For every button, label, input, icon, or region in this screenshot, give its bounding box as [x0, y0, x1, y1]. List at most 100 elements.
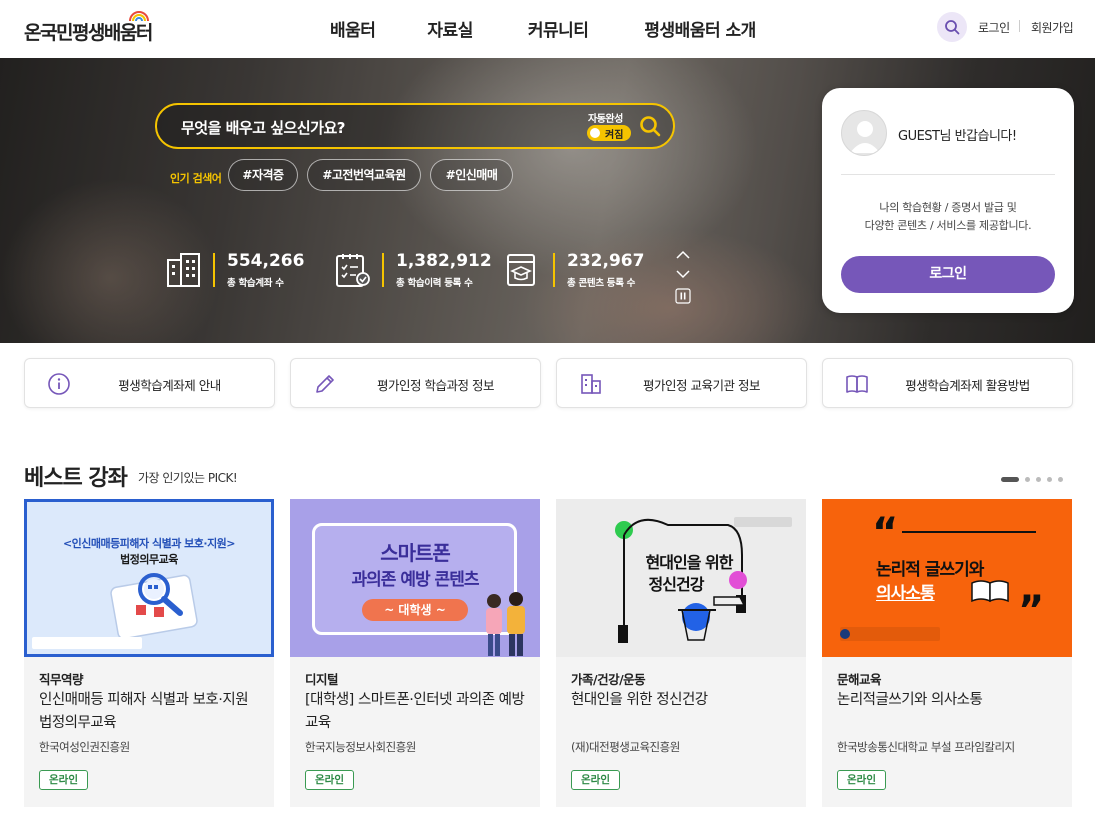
card-description: 나의 학습현황 / 증명서 발급 및: [879, 201, 1017, 214]
course-title[interactable]: 인신매매등 피해자 식별과 보호·지원 법정의무교육: [39, 689, 261, 735]
thumbnail-text: 스마트폰: [380, 541, 451, 565]
card-description: 다양한 콘텐츠 / 서비스를 제공합니다.: [864, 219, 1032, 232]
login-card: GUEST님 반갑습니다! 나의 학습현황 / 증명서 발급 및 다양한 콘텐츠…: [822, 88, 1074, 313]
thumbnail-text: <인신매매등피해자 식별과 보호·지원>: [62, 537, 236, 550]
stat-label: 총 학습계좌 수: [227, 278, 284, 289]
main-nav: 배움터 자료실 커뮤니티 평생배움터 소개: [330, 16, 756, 41]
thumbnail-text: 현대인을 위한: [645, 553, 734, 572]
stat-label: 총 콘텐츠 등록 수: [567, 278, 636, 289]
search-icon: [945, 20, 960, 35]
user-icon: [850, 121, 880, 153]
autocomplete-state: 켜짐: [605, 130, 624, 141]
course-title[interactable]: 논리적글쓰기와 의사소통: [837, 689, 1059, 712]
header: 온국민평생배움터 배움터 자료실 커뮤니티 평생배움터 소개 로그인 회원가입: [0, 0, 1095, 58]
avatar: [841, 110, 887, 156]
thumbnail-text: 논리적 글쓰기와: [876, 560, 984, 580]
pagination-dot[interactable]: [1036, 477, 1041, 482]
course-thumbnail[interactable]: 스마트폰 과의존 예방 콘텐츠 ~ 대학생 ~: [290, 499, 540, 657]
building-icon: [167, 253, 200, 287]
course-card[interactable]: “ 논리적 글쓰기와 의사소통 ” 문해교육 논리적글쓰기와 의사소통 한국방송…: [822, 499, 1072, 807]
pause-icon[interactable]: [675, 288, 691, 304]
stat-accounts: 554,266 총 학습계좌 수: [165, 248, 325, 292]
nav-library[interactable]: 자료실: [427, 16, 473, 41]
stat-number: 1,382,912: [396, 251, 492, 271]
quote-open-icon: “: [872, 510, 899, 556]
stat-number: 554,266: [227, 251, 305, 271]
header-login-link[interactable]: 로그인: [978, 19, 1010, 36]
search-input[interactable]: 무엇을 배우고 싶으신가요?: [181, 117, 345, 138]
popular-tag[interactable]: #고전번역교육원: [307, 159, 421, 191]
pagination-dot[interactable]: [1025, 477, 1030, 482]
quick-link-institutions[interactable]: 평가인정 교육기관 정보: [556, 358, 807, 408]
stat-controls: [675, 245, 691, 308]
divider: [841, 174, 1055, 175]
nav-about[interactable]: 평생배움터 소개: [644, 16, 756, 41]
course-category: 문해교육: [837, 672, 882, 687]
course-org: 한국여성인권진흥원: [39, 740, 130, 754]
course-category: 가족/건강/운동: [571, 672, 646, 687]
stat-label: 총 학습이력 등록 수: [396, 278, 473, 289]
students-illustration-icon: [486, 592, 525, 656]
book-icon: [971, 580, 1009, 603]
autocomplete-label: 자동완성: [588, 114, 623, 125]
course-card[interactable]: 스마트폰 과의존 예방 콘텐츠 ~ 대학생 ~ 디지털 [대학생] 스마트폰·인…: [290, 499, 540, 807]
divider: [1019, 20, 1020, 32]
quick-link-label: 평가인정 교육기관 정보: [643, 378, 760, 393]
course-category: 직무역량: [39, 672, 84, 687]
rainbow-logo-icon: [129, 11, 149, 22]
main-search-bar[interactable]: 무엇을 배우고 싶으신가요? 자동완성 켜짐: [155, 103, 675, 149]
quick-link-label: 평생학습계좌제 활용방법: [905, 378, 1030, 393]
online-badge: 온라인: [305, 770, 354, 790]
search-icon[interactable]: [639, 115, 661, 137]
pagination-dot-active[interactable]: [1001, 477, 1019, 482]
nav-learning[interactable]: 배움터: [330, 16, 376, 41]
course-thumbnail[interactable]: <인신매매등피해자 식별과 보호·지원> 법정의무교육: [24, 499, 274, 657]
content-icon: [507, 254, 535, 286]
course-title[interactable]: 현대인을 위한 정신건강: [571, 689, 793, 712]
login-button[interactable]: 로그인: [841, 256, 1055, 293]
chevron-up-icon[interactable]: [675, 250, 691, 260]
thumbnail-text: 의사소통: [876, 584, 936, 604]
pagination-dot[interactable]: [1058, 477, 1063, 482]
stat-contents: 232,967 총 콘텐츠 등록 수: [505, 248, 665, 292]
phone-illustration-icon: [110, 573, 198, 637]
thumbnail-text: ~ 대학생 ~: [362, 599, 468, 621]
course-category: 디지털: [305, 672, 339, 687]
course-org: 한국지능정보사회진흥원: [305, 740, 416, 754]
quote-close-icon: ”: [1018, 588, 1045, 634]
stat-history: 1,382,912 총 학습이력 등록 수: [334, 248, 504, 292]
pagination-dot[interactable]: [1047, 477, 1052, 482]
popular-tag[interactable]: #인신매매: [430, 159, 513, 191]
checklist-icon: [336, 254, 370, 287]
carousel-pagination: [1001, 477, 1063, 482]
section-subtitle: 가장 인기있는 PICK!: [138, 471, 238, 485]
quick-link-label: 평가인정 학습과정 정보: [377, 378, 494, 393]
course-org: (재)대전평생교육진흥원: [571, 740, 680, 754]
course-card[interactable]: <인신매매등피해자 식별과 보호·지원> 법정의무교육 직무역량 인신매매등 피…: [24, 499, 274, 807]
course-title[interactable]: [대학생] 스마트폰·인터넷 과의존 예방 교육: [305, 689, 527, 735]
course-org: 한국방송통신대학교 부설 프라임칼리지: [837, 740, 1015, 754]
online-badge: 온라인: [571, 770, 620, 790]
header-signup-link[interactable]: 회원가입: [1031, 19, 1074, 36]
quick-link-courses[interactable]: 평가인정 학습과정 정보: [290, 358, 541, 408]
autocomplete-toggle[interactable]: 켜짐: [587, 125, 631, 141]
online-badge: 온라인: [39, 770, 88, 790]
course-thumbnail[interactable]: 현대인을 위한 정신건강: [556, 499, 806, 657]
quick-link-label: 평생학습계좌제 안내: [118, 378, 221, 393]
online-badge: 온라인: [837, 770, 886, 790]
thumbnail-text: 법정의무교육: [120, 553, 178, 566]
course-card[interactable]: 현대인을 위한 정신건강 가족/건강/운동 현대인을 위한 정신건강 (재)대전…: [556, 499, 806, 807]
thumbnail-text: 과의존 예방 콘텐츠: [351, 570, 480, 590]
chevron-down-icon[interactable]: [675, 268, 691, 280]
quick-link-guide[interactable]: 평생학습계좌제 안내: [24, 358, 275, 408]
course-thumbnail[interactable]: “ 논리적 글쓰기와 의사소통 ”: [822, 499, 1072, 657]
nav-community[interactable]: 커뮤니티: [528, 16, 589, 41]
section-title: 베스트 강좌: [24, 466, 128, 491]
popular-search-label: 인기 검색어: [170, 172, 222, 185]
popular-tag[interactable]: #자격증: [228, 159, 298, 191]
stat-number: 232,967: [567, 251, 645, 271]
header-search-button[interactable]: [937, 12, 967, 42]
site-logo[interactable]: 온국민평생배움터: [24, 18, 153, 45]
greeting-text: GUEST님 반갑습니다!: [898, 129, 1017, 144]
quick-link-howto[interactable]: 평생학습계좌제 활용방법: [822, 358, 1073, 408]
